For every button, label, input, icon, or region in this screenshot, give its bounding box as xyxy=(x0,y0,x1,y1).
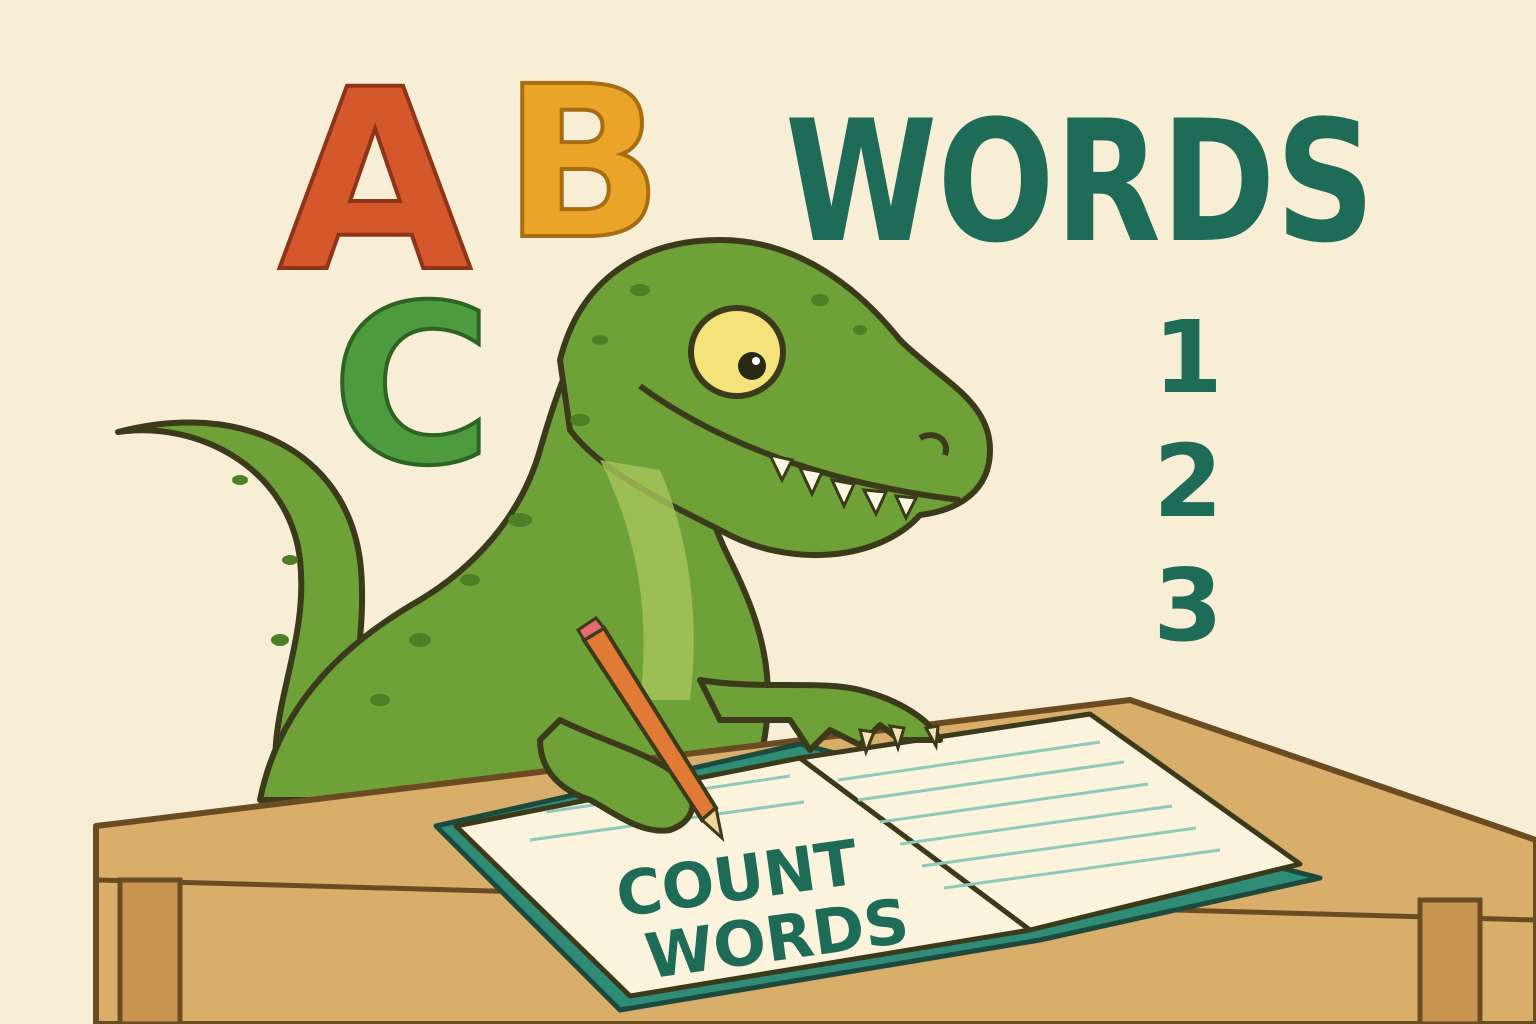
number-2: 2 xyxy=(1153,423,1223,540)
letter-c: C xyxy=(329,256,494,516)
number-1: 1 xyxy=(1153,299,1223,416)
letter-b-text: B xyxy=(503,41,663,286)
number-3: 3 xyxy=(1153,547,1223,664)
words-heading: WORDS xyxy=(785,84,1375,280)
letter-c-text: C xyxy=(331,258,492,514)
dinosaur-illustration: A B C WORDS 1 2 3 COUNT WORDS xyxy=(93,34,1536,1024)
letter-b: B xyxy=(501,39,665,288)
dinosaur-eye xyxy=(688,305,786,399)
